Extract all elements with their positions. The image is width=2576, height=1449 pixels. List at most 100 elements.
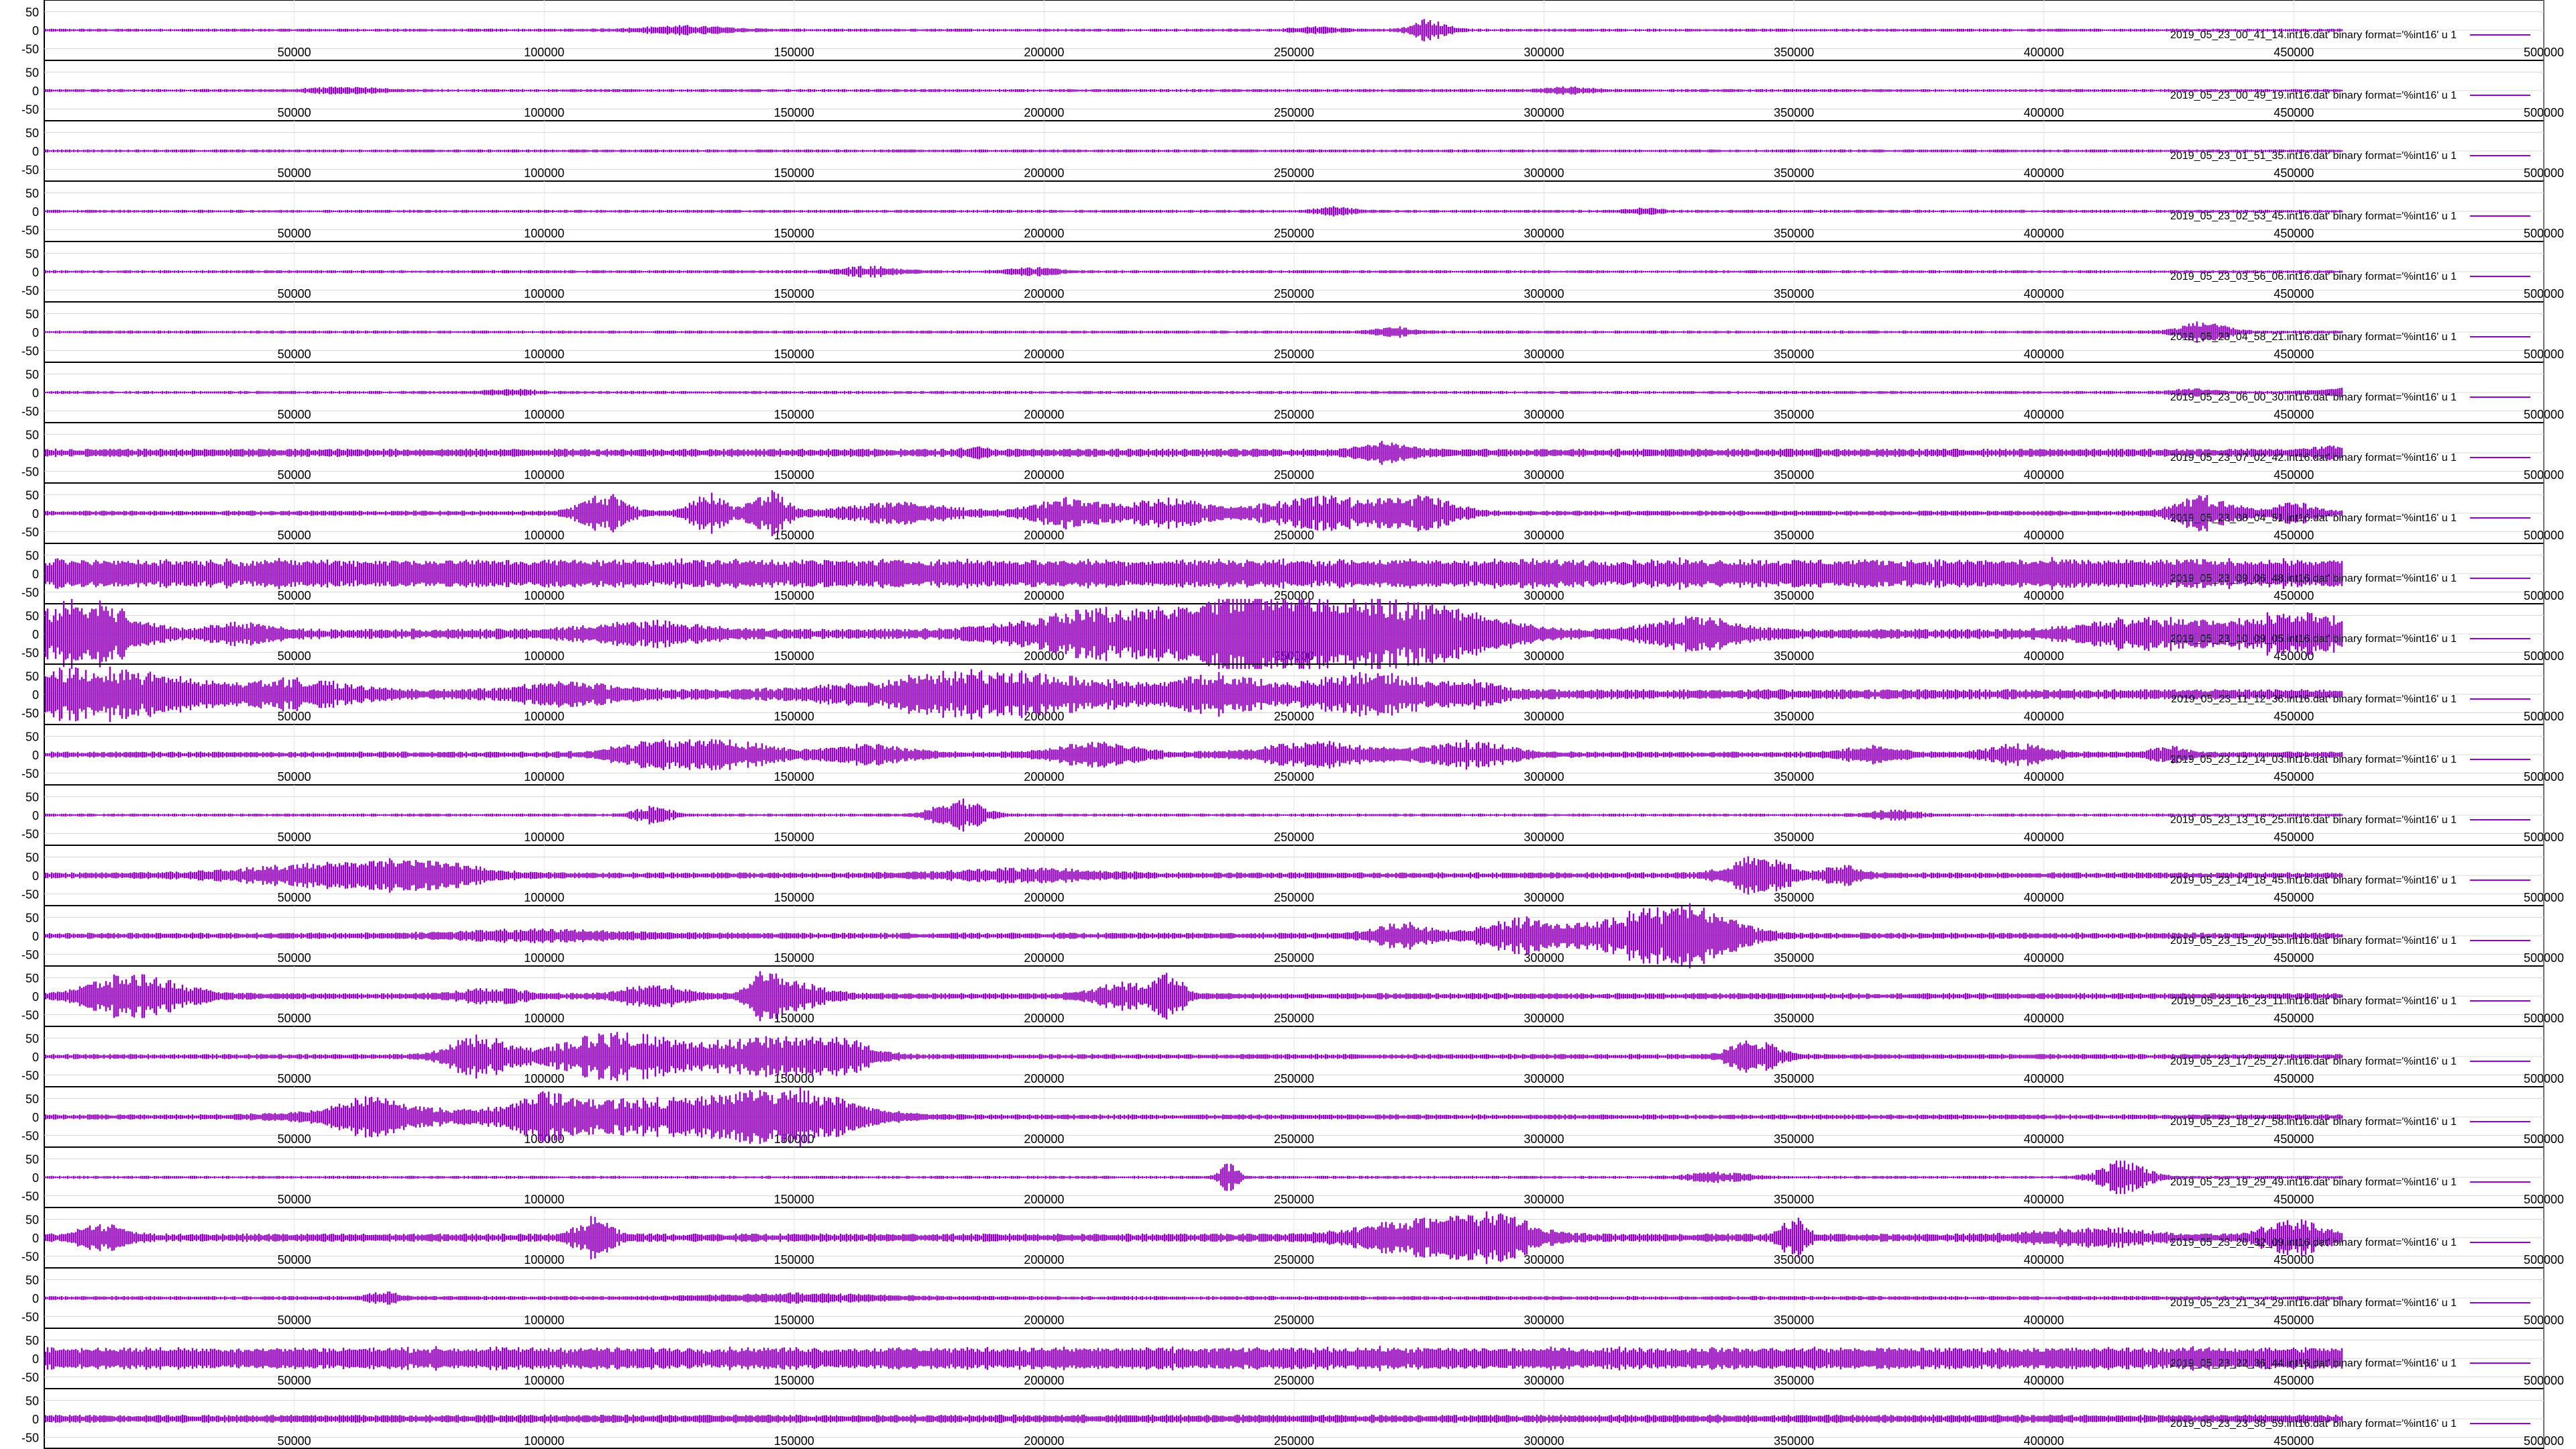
x-tick-label: 50000 [278,830,311,844]
x-tick-label: 100000 [524,1374,564,1387]
panel-3: 50 0 -50 50000 100000 150000 200000 250000 30000… [21,120,2564,181]
x-tick-label: 50000 [278,1313,311,1327]
legend-label: 2019_05_23_17_25_27.int16.dat' binary fo… [2170,1056,2457,1067]
x-tick-label: 400000 [2024,106,2064,119]
x-tick-label: 200000 [1024,529,1064,542]
x-tick-label: 50000 [278,347,311,361]
panel-7: 50 0 -50 50000 100000 150000 200000 250000 30000… [21,362,2564,423]
legend-label: 2019_05_23_03_56_06.int16.dat' binary fo… [2170,271,2457,282]
x-tick-label: 50000 [278,468,311,482]
x-tick-label: 300000 [1524,1072,1564,1085]
legend-label: 2019_05_23_00_41_14.int16.dat' binary fo… [2170,30,2457,41]
panel-16: 50 0 -50 50000 100000 150000 200000 250000 30000… [21,903,2564,969]
x-tick-label: 400000 [2024,1012,2064,1025]
x-tick-label: 450000 [2273,951,2314,965]
y-tick-label: 50 [25,1395,39,1408]
x-tick-label: 500000 [2524,287,2564,301]
x-tick-label: 400000 [2024,1132,2064,1146]
x-tick-label: 100000 [524,347,564,361]
x-tick-label: 50000 [278,46,311,59]
x-tick-label: 400000 [2024,1193,2064,1206]
y-tick-label: 0 [32,1111,39,1124]
x-tick-label: 400000 [2024,46,2064,59]
x-tick-label: 200000 [1024,287,1064,301]
x-tick-label: 400000 [2024,770,2064,784]
y-tick-label: -50 [21,164,39,177]
panel-5: 50 0 -50 50000 100000 150000 200000 250000 30000… [21,241,2564,302]
x-tick-label: 200000 [1024,1072,1064,1085]
y-tick-label: 0 [32,507,39,521]
x-tick-label: 350000 [1774,589,1814,602]
x-tick-label: 150000 [774,1313,814,1327]
y-tick-label: -50 [21,284,39,298]
y-tick-label: -50 [21,1250,39,1264]
x-tick-label: 150000 [774,287,814,301]
x-tick-label: 200000 [1024,649,1064,663]
x-tick-label: 200000 [1024,1313,1064,1327]
y-tick-label: 0 [32,930,39,943]
legend-label: 2019_05_23_06_00_30.int16.dat' binary fo… [2170,392,2457,403]
legend-label: 2019_05_23_22_36_44.int16.dat' binary fo… [2170,1358,2457,1369]
x-tick-label: 400000 [2024,951,2064,965]
y-tick-label: 50 [25,1274,39,1287]
x-tick-label: 350000 [1774,649,1814,663]
y-tick-label: 0 [32,386,39,400]
x-tick-label: 100000 [524,46,564,59]
x-tick-label: 300000 [1524,1313,1564,1327]
legend-label: 2019_05_23_13_16_25.int16.dat' binary fo… [2170,814,2457,826]
legend-label: 2019_05_23_08_04_51.int16.dat' binary fo… [2170,513,2457,524]
x-tick-label: 350000 [1774,287,1814,301]
x-tick-label: 50000 [278,1072,311,1085]
y-tick-label: 0 [32,869,39,883]
x-tick-label: 350000 [1774,468,1814,482]
x-tick-label: 300000 [1524,1434,1564,1448]
x-tick-label: 350000 [1774,1434,1814,1448]
x-tick-label: 250000 [1274,106,1314,119]
x-tick-label: 150000 [774,1434,814,1448]
x-tick-label: 400000 [2024,1374,2064,1387]
x-tick-label: 200000 [1024,1253,1064,1267]
x-tick-label: 100000 [524,589,564,602]
x-tick-label: 50000 [278,408,311,421]
x-tick-label: 450000 [2273,1072,2314,1085]
x-tick-label: 100000 [524,1012,564,1025]
legend-label: 2019_05_23_11_12_36.int16.dat' binary fo… [2171,694,2457,705]
x-tick-label: 50000 [278,1374,311,1387]
y-tick-label: 50 [25,912,39,925]
x-tick-label: 100000 [524,1253,564,1267]
x-tick-label: 300000 [1524,710,1564,723]
y-tick-label: -50 [21,1190,39,1203]
y-tick-label: -50 [21,707,39,720]
y-tick-label: 0 [32,1352,39,1366]
x-tick-label: 400000 [2024,408,2064,421]
panel-12: 50 0 -50 50000 100000 150000 200000 250000 30000… [21,663,2564,724]
x-tick-label: 450000 [2273,529,2314,542]
x-tick-label: 450000 [2273,106,2314,119]
x-tick-label: 500000 [2524,1374,2564,1387]
x-tick-label: 500000 [2524,770,2564,784]
x-tick-label: 350000 [1774,408,1814,421]
y-tick-label: -50 [21,1371,39,1385]
x-tick-label: 250000 [1274,1374,1314,1387]
x-tick-label: 400000 [2024,166,2064,180]
x-tick-label: 350000 [1774,951,1814,965]
y-tick-label: 50 [25,187,39,201]
x-tick-label: 300000 [1524,649,1564,663]
x-tick-label: 300000 [1524,1253,1564,1267]
legend-label: 2019_05_23_20_32_09.int16.dat' binary fo… [2170,1237,2457,1248]
y-tick-label: 0 [32,1051,39,1064]
x-tick-label: 150000 [774,1374,814,1387]
x-tick-label: 50000 [278,710,311,723]
x-tick-label: 250000 [1274,710,1314,723]
x-tick-label: 150000 [774,1253,814,1267]
x-tick-label: 400000 [2024,649,2064,663]
x-tick-label: 500000 [2524,649,2564,663]
x-tick-label: 250000 [1274,347,1314,361]
x-tick-label: 350000 [1774,529,1814,542]
x-tick-label: 450000 [2273,830,2314,844]
x-tick-label: 100000 [524,408,564,421]
x-tick-label: 500000 [2524,1132,2564,1146]
x-tick-label: 150000 [774,1012,814,1025]
y-tick-label: -50 [21,345,39,358]
x-tick-label: 450000 [2273,1374,2314,1387]
